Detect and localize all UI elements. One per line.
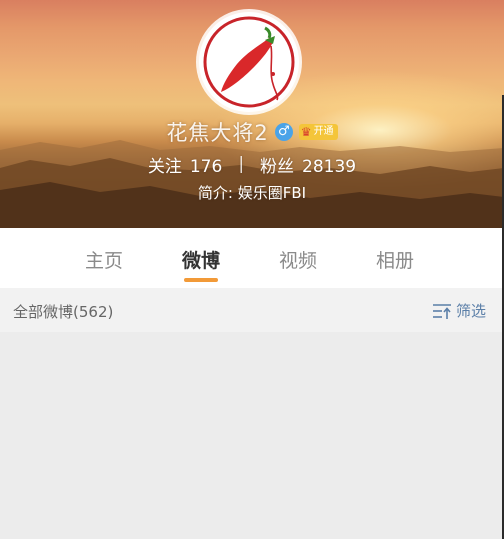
followers-count: 28139	[302, 156, 357, 177]
all-posts-count: 全部微博(562)	[13, 303, 114, 321]
avatar[interactable]	[199, 12, 299, 112]
profile-bio: 简介: 娱乐圈FBI	[197, 184, 307, 202]
chili-pepper-icon	[203, 16, 295, 108]
filter-bar: 全部微博(562) 筛选	[0, 288, 504, 332]
profile-cover: 花焦大将2 ♂ ♛ 开通 关注 176 | 粉丝 28139 简介: 娱乐圈FBI	[0, 0, 504, 228]
following-label: 关注	[147, 156, 182, 177]
following-stat[interactable]: 关注 176	[148, 152, 222, 177]
username[interactable]: 花焦大将2	[166, 117, 268, 147]
crown-icon: ♛	[300, 125, 312, 139]
name-row: 花焦大将2 ♂ ♛ 开通	[0, 118, 504, 146]
profile-tabs: 主页 微博 视频 相册	[0, 228, 504, 288]
active-tab-indicator	[184, 278, 218, 282]
tab-home[interactable]: 主页	[74, 246, 134, 273]
followers-stat[interactable]: 粉丝 28139	[260, 152, 356, 177]
filter-label: 筛选	[455, 302, 486, 320]
feed-content	[0, 332, 504, 539]
filter-icon	[432, 303, 451, 319]
vip-badge[interactable]: ♛ 开通	[298, 124, 338, 140]
gender-male-icon: ♂	[274, 123, 293, 141]
stats-divider: |	[238, 154, 245, 174]
tab-albums[interactable]: 相册	[365, 246, 425, 273]
followers-label: 粉丝	[260, 156, 295, 177]
stats-row: 关注 176 | 粉丝 28139	[0, 152, 504, 177]
vip-label: 开通	[313, 126, 334, 137]
tab-weibo[interactable]: 微博	[171, 246, 231, 273]
tab-videos[interactable]: 视频	[268, 246, 328, 273]
following-count: 176	[189, 156, 223, 177]
filter-button[interactable]: 筛选	[432, 300, 486, 321]
